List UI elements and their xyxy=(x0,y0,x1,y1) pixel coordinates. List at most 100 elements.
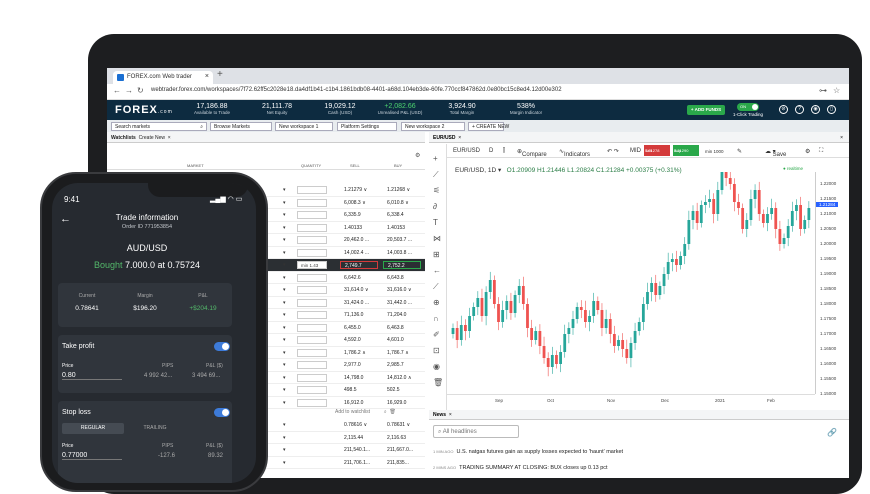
add-to-watchlist-input[interactable]: Add to watchlist ⌕ 🗑 xyxy=(335,409,396,415)
buy-price-button[interactable]: 211,667.0... xyxy=(383,446,421,454)
buy-price-button[interactable]: 16,929.0 xyxy=(383,399,421,407)
tp-price-input[interactable]: 0.80 xyxy=(62,372,122,380)
search-markets-input[interactable]: Search markets ⌕ xyxy=(111,122,207,131)
quantity-input[interactable] xyxy=(297,273,327,282)
quantity-input[interactable] xyxy=(297,186,327,194)
buy-price-button[interactable]: 4,601.0 xyxy=(383,336,421,344)
news-item[interactable]: 2 MINS AGO TRADING SUMMARY AT CLOSING: BU… xyxy=(433,465,608,471)
chevron-down-icon[interactable]: ▾ xyxy=(283,447,286,453)
buy-price-button[interactable]: 71,204.0 xyxy=(383,311,421,319)
zoom-icon[interactable]: ⊕ xyxy=(433,298,440,307)
buy-price-button[interactable]: 1.40153 xyxy=(383,224,421,232)
quantity-input[interactable]: min 1000 xyxy=(705,149,724,154)
sell-price-button[interactable]: 2,749.7 xyxy=(340,261,378,269)
add-funds-button[interactable]: + ADD FUNDS xyxy=(687,105,725,115)
draw-icon[interactable]: ✎ xyxy=(737,148,742,155)
tp-pl-input[interactable]: 3 494 69... xyxy=(192,373,220,379)
quantity-input[interactable] xyxy=(297,373,327,382)
help-icon[interactable]: ? xyxy=(795,105,804,114)
quantity-input[interactable] xyxy=(297,198,327,207)
chevron-down-icon[interactable]: ▾ xyxy=(283,250,286,256)
chevron-down-icon[interactable]: ▾ xyxy=(283,362,286,368)
text-icon[interactable]: T xyxy=(433,218,438,227)
chevron-down-icon[interactable]: ▾ xyxy=(283,287,286,293)
chevron-down-icon[interactable]: ▾ xyxy=(283,350,286,356)
arrow-icon[interactable]: ← xyxy=(433,266,441,275)
candle-type-icon[interactable]: ⫿ xyxy=(503,148,505,155)
sl-pips-input[interactable]: -127.6 xyxy=(158,453,175,459)
buy-price-button[interactable]: 2,985.7 xyxy=(383,361,421,369)
interval-select[interactable]: D xyxy=(489,148,493,154)
chevron-down-icon[interactable]: ▾ xyxy=(283,387,286,393)
one-click-toggle[interactable]: ON 1-Click Trading xyxy=(733,103,763,117)
tp-pips-input[interactable]: 4 992 42... xyxy=(144,373,172,379)
sell-price-button[interactable]: 31,614.0 ∨ xyxy=(340,286,378,294)
crosshair-icon[interactable]: + xyxy=(433,154,438,163)
magnet-icon[interactable]: ∩ xyxy=(433,314,439,323)
sl-price-input[interactable]: 0.77000 xyxy=(62,452,122,460)
chevron-down-icon[interactable]: ▾ xyxy=(283,200,286,206)
settings-icon[interactable]: ⚙ xyxy=(805,148,810,155)
tab-watchlists[interactable]: Watchlists xyxy=(111,135,136,141)
chevron-down-icon[interactable]: ▾ xyxy=(283,325,286,331)
chevron-down-icon[interactable]: ▾ xyxy=(283,262,286,268)
quantity-input[interactable] xyxy=(297,386,327,394)
tab-trailing[interactable]: TRAILING xyxy=(124,423,186,434)
measure-icon[interactable]: ⊞ xyxy=(433,250,440,259)
sell-price-button[interactable]: 6,335.9 xyxy=(340,211,378,219)
sell-price-button[interactable]: 14,002.4 ... xyxy=(340,249,378,257)
pattern-icon[interactable]: ⋈ xyxy=(433,234,441,243)
quantity-input[interactable]: min 1.43 xyxy=(297,261,327,269)
buy-price-button[interactable]: 31,616.0 ∨ xyxy=(383,286,421,294)
sell-price-button[interactable]: 6,008.3 ∨ xyxy=(340,199,378,207)
browse-markets-button[interactable]: Browse Markets xyxy=(210,122,272,131)
sell-price-button[interactable]: 31,424.0 ... xyxy=(340,299,378,307)
quantity-input[interactable] xyxy=(297,248,327,257)
indicators-button[interactable]: ∿ Indicators xyxy=(559,148,590,158)
chevron-down-icon[interactable]: ▾ xyxy=(283,225,286,231)
sell-price-button[interactable]: 6,642.6 xyxy=(340,274,378,282)
buy-price-button[interactable]: 2,752.2 xyxy=(383,261,421,269)
back-icon[interactable]: ← xyxy=(113,86,121,95)
headline-search-input[interactable]: ⌕ All headlines xyxy=(433,425,519,438)
quantity-input[interactable] xyxy=(297,311,327,319)
account-icon[interactable]: ◉ xyxy=(811,105,820,114)
trendline-icon[interactable]: ⟋ xyxy=(433,170,439,180)
save-button[interactable]: ☁ Save ▾ xyxy=(765,148,786,158)
buy-price-button[interactable]: 31,442.0 ... xyxy=(383,299,421,307)
sell-button[interactable]: Sell 1.21278 xyxy=(644,145,670,156)
sell-price-button[interactable]: 1.40133 xyxy=(340,224,378,232)
news-item[interactable]: 1 MIN AGO U.S. natgas futures gain as sup… xyxy=(433,449,623,455)
buy-button[interactable]: Buy 1.21290 xyxy=(673,145,699,156)
tab-news[interactable]: News xyxy=(433,412,446,418)
quantity-input[interactable] xyxy=(297,323,327,332)
chevron-down-icon[interactable]: ▾ xyxy=(283,375,286,381)
quantity-input[interactable] xyxy=(297,336,327,344)
chevron-down-icon[interactable]: ▾ xyxy=(283,187,286,193)
forward-icon[interactable]: → xyxy=(125,86,133,95)
new-tab-button[interactable]: + xyxy=(217,69,223,80)
alert-icon[interactable]: ⊘ xyxy=(779,105,788,114)
chevron-down-icon[interactable]: ▾ xyxy=(283,237,286,243)
chevron-down-icon[interactable]: ▾ xyxy=(283,400,286,406)
tab-regular[interactable]: REGULAR xyxy=(62,423,124,434)
star-icon[interactable]: ☆ xyxy=(833,86,840,95)
brush-icon[interactable]: ∂ xyxy=(433,202,437,211)
buy-price-button[interactable]: 14,003.8 ... xyxy=(383,249,421,257)
buy-price-button[interactable]: 211,835... xyxy=(383,459,421,467)
price-chart[interactable] xyxy=(447,172,815,394)
tab-workspace-1[interactable]: New workspace 1 xyxy=(275,122,333,131)
quantity-input[interactable] xyxy=(297,236,327,244)
chevron-down-icon[interactable]: ▾ xyxy=(283,312,286,318)
buy-price-button[interactable]: 502.5 xyxy=(383,386,421,394)
sell-price-button[interactable]: 20,462.0 ... xyxy=(340,236,378,244)
sell-price-button[interactable]: 71,136.0 xyxy=(340,311,378,319)
sell-price-button[interactable]: 16,912.0 xyxy=(340,399,378,407)
buy-price-button[interactable]: 20,503.7 ... xyxy=(383,236,421,244)
quantity-input[interactable] xyxy=(297,398,327,407)
symbol-select[interactable]: EUR/USD xyxy=(453,148,480,154)
quantity-input[interactable] xyxy=(297,286,327,294)
link-icon[interactable]: 🔗 xyxy=(827,428,837,437)
quantity-input[interactable] xyxy=(297,211,327,219)
chevron-down-icon[interactable]: ▾ xyxy=(283,212,286,218)
